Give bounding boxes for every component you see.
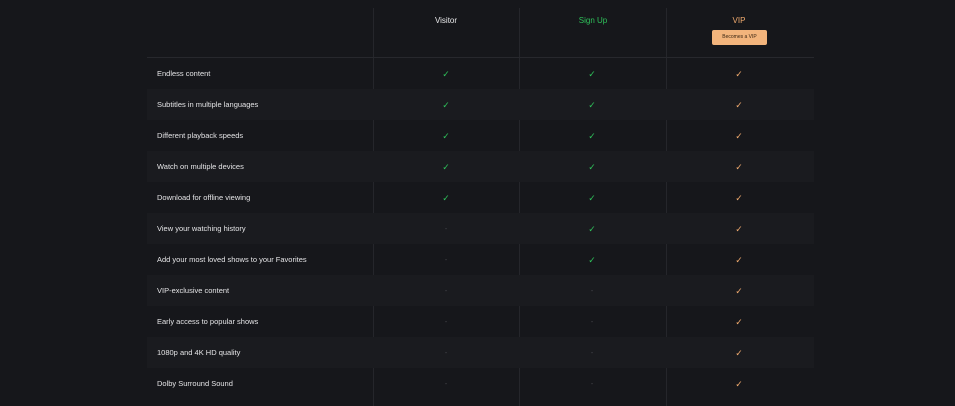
visitor-cell: - (373, 254, 519, 266)
check-icon: ✓ (735, 285, 743, 296)
feature-label: Different playback speeds (157, 131, 244, 140)
feature-label: Add your most loved shows to your Favori… (157, 255, 307, 264)
signup-cell: - (519, 285, 665, 297)
column-header-signup: Sign Up (578, 16, 608, 25)
dash-icon: - (444, 225, 448, 233)
check-icon: ✓ (442, 130, 450, 141)
vip-cell: ✓ (665, 224, 813, 234)
visitor-cell: ✓ (373, 193, 519, 203)
check-icon: ✓ (735, 316, 743, 327)
signup-cell: ✓ (519, 69, 665, 79)
vip-cell: ✓ (665, 317, 813, 327)
table-row: 1080p and 4K HD quality - - ✓ (147, 337, 814, 368)
dash-icon: - (444, 349, 448, 357)
signup-cell: ✓ (519, 131, 665, 141)
check-icon: ✓ (442, 192, 450, 203)
table-row: Different playback speeds ✓ ✓ ✓ (147, 120, 814, 151)
check-icon: ✓ (588, 68, 596, 79)
dash-icon: - (590, 349, 594, 357)
check-icon: ✓ (588, 192, 596, 203)
vip-cell: ✓ (665, 131, 813, 141)
check-icon: ✓ (735, 192, 743, 203)
signup-cell: ✓ (519, 162, 665, 172)
table-row: Watch on multiple devices ✓ ✓ ✓ (147, 151, 814, 182)
dash-icon: - (444, 256, 448, 264)
vip-cell: ✓ (665, 162, 813, 172)
column-header-visitor: Visitor (434, 16, 458, 25)
signup-cell: - (519, 347, 665, 359)
visitor-cell: ✓ (373, 162, 519, 172)
visitor-cell: - (373, 316, 519, 328)
feature-label: Dolby Surround Sound (157, 379, 233, 388)
signup-cell: ✓ (519, 255, 665, 265)
visitor-cell: ✓ (373, 69, 519, 79)
check-icon: ✓ (442, 68, 450, 79)
dash-icon: - (444, 380, 448, 388)
feature-label: Watch on multiple devices (157, 162, 244, 171)
check-icon: ✓ (735, 130, 743, 141)
vip-cell: ✓ (665, 100, 813, 110)
visitor-cell: ✓ (373, 100, 519, 110)
table-row: Subtitles in multiple languages ✓ ✓ ✓ (147, 89, 814, 120)
dash-icon: - (590, 380, 594, 388)
visitor-cell: - (373, 285, 519, 297)
feature-label: View your watching history (157, 224, 246, 233)
dash-icon: - (444, 318, 448, 326)
check-icon: ✓ (735, 68, 743, 79)
check-icon: ✓ (735, 254, 743, 265)
feature-label: Subtitles in multiple languages (157, 100, 259, 109)
visitor-cell: ✓ (373, 131, 519, 141)
feature-label: Download for offline viewing (157, 193, 251, 202)
visitor-cell: - (373, 378, 519, 390)
dash-icon: - (590, 287, 594, 295)
vip-cell: ✓ (665, 255, 813, 265)
vip-cell: ✓ (665, 348, 813, 358)
table-row: View your watching history - ✓ ✓ (147, 213, 814, 244)
signup-cell: - (519, 316, 665, 328)
signup-cell: ✓ (519, 224, 665, 234)
table-header: Visitor Sign Up VIP Becomes a VIP (147, 0, 814, 58)
feature-label: 1080p and 4K HD quality (157, 348, 241, 357)
feature-rows: Endless content ✓ ✓ ✓ Subtitles in multiple … (147, 58, 814, 399)
dash-icon: - (444, 287, 448, 295)
check-icon: ✓ (588, 254, 596, 265)
check-icon: ✓ (442, 161, 450, 172)
check-icon: ✓ (588, 161, 596, 172)
check-icon: ✓ (588, 223, 596, 234)
vip-cell: ✓ (665, 379, 813, 389)
become-vip-button[interactable]: Becomes a VIP (712, 30, 767, 45)
check-icon: ✓ (442, 99, 450, 110)
feature-label: VIP-exclusive content (157, 286, 230, 295)
check-icon: ✓ (735, 161, 743, 172)
vip-cell: ✓ (665, 286, 813, 296)
dash-icon: - (590, 318, 594, 326)
table-row: Dolby Surround Sound - - ✓ (147, 368, 814, 399)
feature-label: Endless content (157, 69, 211, 78)
feature-label: Early access to popular shows (157, 317, 259, 326)
comparison-table: Visitor Sign Up VIP Becomes a VIP Endles… (147, 0, 814, 406)
visitor-cell: - (373, 223, 519, 235)
check-icon: ✓ (735, 378, 743, 389)
check-icon: ✓ (735, 223, 743, 234)
vip-cell: ✓ (665, 69, 813, 79)
check-icon: ✓ (588, 130, 596, 141)
signup-cell: - (519, 378, 665, 390)
check-icon: ✓ (735, 347, 743, 358)
visitor-cell: - (373, 347, 519, 359)
table-row: Add your most loved shows to your Favori… (147, 244, 814, 275)
check-icon: ✓ (735, 99, 743, 110)
table-row: Endless content ✓ ✓ ✓ (147, 58, 814, 89)
table-row: VIP-exclusive content - - ✓ (147, 275, 814, 306)
signup-cell: ✓ (519, 100, 665, 110)
table-row: Download for offline viewing ✓ ✓ ✓ (147, 182, 814, 213)
vip-cell: ✓ (665, 193, 813, 203)
table-row: Early access to popular shows - - ✓ (147, 306, 814, 337)
check-icon: ✓ (588, 99, 596, 110)
signup-cell: ✓ (519, 193, 665, 203)
column-header-vip: VIP (732, 16, 746, 25)
